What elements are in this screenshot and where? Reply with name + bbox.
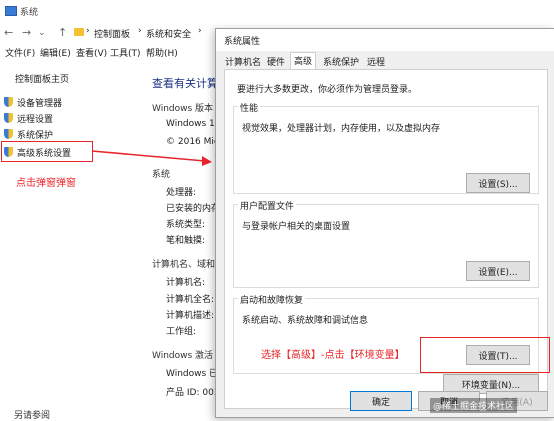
user-profiles-settings-button[interactable]: 设置(E)... [466, 261, 530, 281]
group-desc: 系统启动、系统故障和调试信息 [242, 316, 369, 326]
performance-settings-button[interactable]: 设置(S)... [466, 173, 530, 193]
group-user-profiles: 用户配置文件 与登录帐户相关的桌面设置 设置(E)... [233, 199, 539, 288]
arrow-head [202, 156, 212, 166]
annotation-right: 选择【高级】-点击【环境变量】 [261, 350, 405, 361]
ok-button[interactable]: 确定 [350, 391, 412, 411]
group-label: 性能 [238, 101, 261, 114]
highlight-box-env [420, 337, 550, 373]
group-performance: 性能 视觉效果，处理器计划，内存使用，以及虚拟内存 设置(S)... [233, 101, 539, 194]
dialog-title: 系统属性 [224, 37, 261, 47]
group-desc: 视觉效果，处理器计划，内存使用，以及虚拟内存 [242, 124, 441, 134]
tab-system-protection[interactable]: 系统保护 [320, 54, 362, 70]
group-label: 用户配置文件 [238, 199, 297, 212]
system-properties-dialog: 系统属性 计算机名 硬件 高级 系统保护 远程 要进行大多数更改，你必须作为管理… [215, 28, 554, 418]
tab-computer-name[interactable]: 计算机名 [222, 54, 264, 70]
watermark: @稀土掘金技术社区 [430, 398, 518, 413]
admin-note: 要进行大多数更改，你必须作为管理员登录。 [237, 85, 418, 95]
tab-remote[interactable]: 远程 [364, 54, 388, 70]
tab-hardware[interactable]: 硬件 [264, 54, 288, 70]
group-desc: 与登录帐户相关的桌面设置 [242, 222, 351, 232]
arrow-line [91, 150, 206, 162]
group-label: 启动和故障恢复 [238, 293, 306, 306]
dialog-titlebar: 系统属性 [216, 29, 554, 51]
